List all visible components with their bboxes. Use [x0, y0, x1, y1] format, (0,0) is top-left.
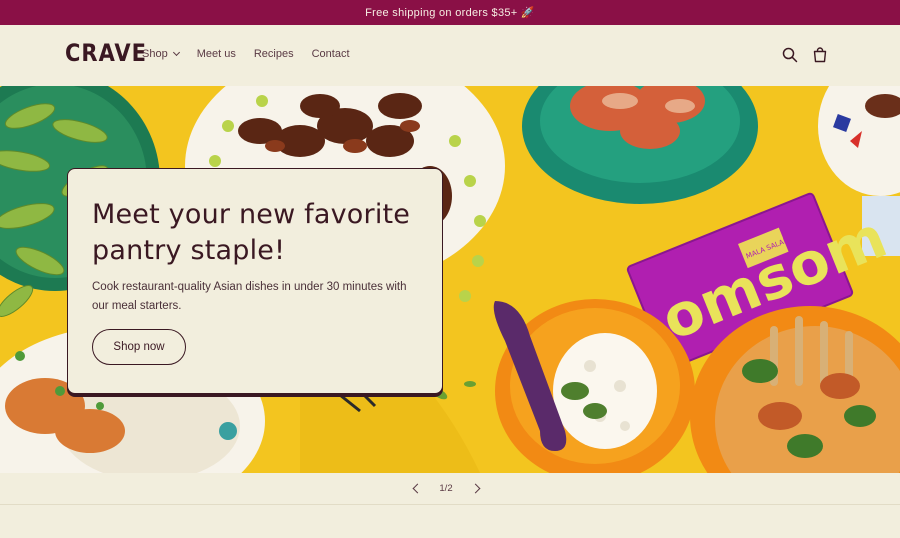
nav-item-label: Meet us	[196, 48, 236, 60]
nav-item-meet-us[interactable]: Meet us	[197, 48, 236, 60]
nav-item-label: Recipes	[253, 48, 294, 60]
shop-now-button[interactable]: Shop now	[92, 329, 186, 365]
hero-subtitle: Cook restaurant-quality Asian dishes in …	[92, 281, 407, 312]
cart-icon[interactable]	[811, 46, 829, 64]
hero-banner: omsom MALA SALAD Meet your new favorite …	[0, 86, 900, 473]
main-nav: Shop Meet us Recipes Contact	[142, 48, 368, 60]
nav-item-contact[interactable]: Contact	[312, 48, 350, 60]
site-header: CRAVE Shop Meet us Recipes Contact	[0, 25, 900, 86]
chevron-left-icon[interactable]	[412, 483, 423, 494]
nav-item-label: Shop	[142, 48, 168, 60]
chevron-right-icon[interactable]	[470, 483, 481, 494]
slide-counter: 1/2	[439, 483, 453, 494]
slider-controls: 1/2	[0, 473, 900, 505]
nav-item-label: Contact	[311, 48, 350, 60]
announcement-text: Free shipping on orders $35+ 🚀	[365, 7, 535, 19]
search-icon[interactable]	[781, 46, 799, 64]
nav-item-recipes[interactable]: Recipes	[254, 48, 294, 60]
hero-title: Meet your new favorite pantry staple!	[92, 199, 411, 266]
chevron-down-icon	[172, 48, 180, 57]
logo[interactable]: CRAVE	[65, 39, 147, 67]
hero-card: Meet your new favorite pantry staple! Co…	[67, 168, 443, 394]
announcement-bar: Free shipping on orders $35+ 🚀	[0, 0, 900, 25]
nav-item-shop[interactable]: Shop	[142, 48, 180, 60]
